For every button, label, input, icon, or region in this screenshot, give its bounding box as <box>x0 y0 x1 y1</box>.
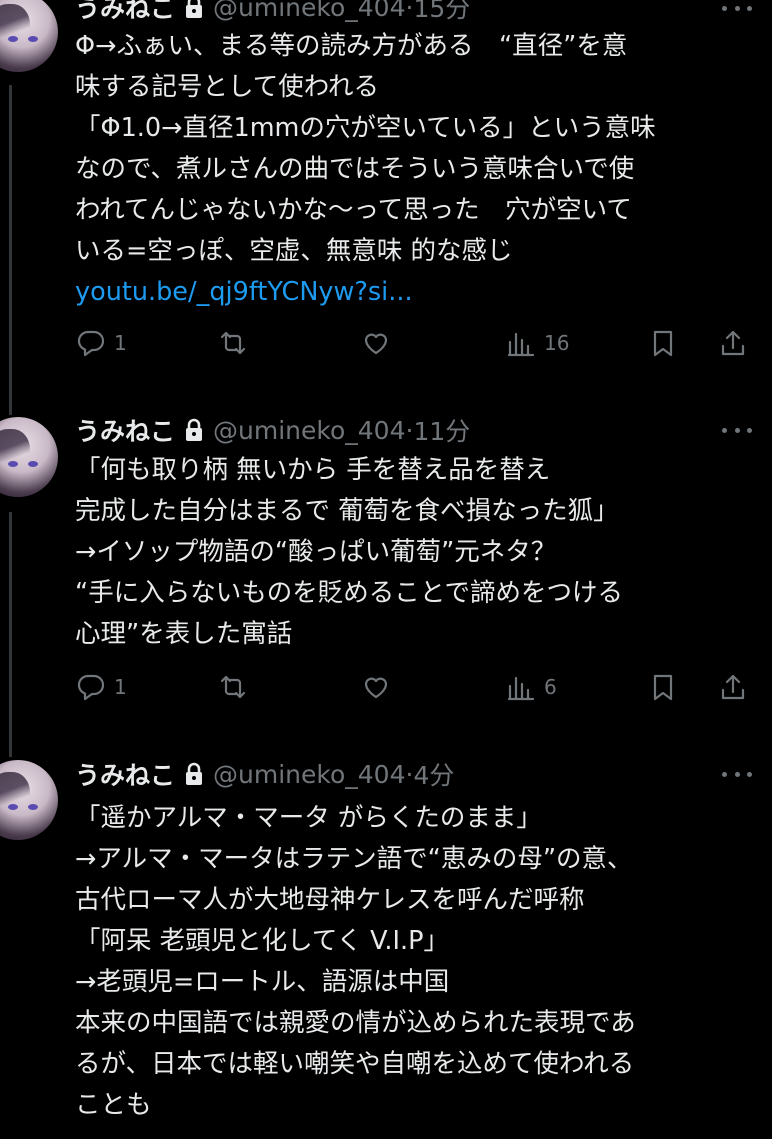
heart-icon <box>364 677 388 699</box>
user-handle[interactable]: @umineko_404 <box>213 0 405 22</box>
tweet-text: 「遥かアルマ・マータ がらくたのまま」 →アルマ・マータはラテン語で“恵みの母”… <box>75 798 755 1126</box>
user-handle[interactable]: @umineko_404 <box>213 760 405 789</box>
tweet-line: →アルマ・マータはラテン語で“恵みの母”の意、 <box>75 844 633 874</box>
views-count: 6 <box>544 675 557 699</box>
tweet-line: 心理”を表した寓話 <box>75 619 293 649</box>
more-icon[interactable] <box>722 420 752 440</box>
separator: · <box>405 0 414 22</box>
more-icon[interactable] <box>722 764 752 784</box>
timestamp[interactable]: 4分 <box>413 756 454 792</box>
tweet-header: うみねこ @umineko_404 · 15分 <box>75 0 470 24</box>
tweet-line: ことも <box>75 1090 152 1120</box>
action-bar: 1 6 <box>0 672 772 712</box>
separator: · <box>405 415 414 445</box>
tweet-line: 「何も取り柄 無いから 手を替え品を替え <box>75 455 551 485</box>
avatar[interactable] <box>0 0 58 72</box>
avatar-eye <box>8 804 18 810</box>
share-icon <box>721 330 745 356</box>
avatar[interactable] <box>0 760 58 840</box>
avatar-eye <box>8 461 18 467</box>
tweet-line: Φ→ふぁい、まる等の読み方がある “直径”を意 <box>75 31 628 61</box>
reply-button[interactable]: 1 <box>76 672 127 702</box>
tweet-line: いる=空っぽ、空虚、無意味 的な感じ <box>75 236 513 266</box>
avatar-eye <box>28 804 38 810</box>
display-name[interactable]: うみねこ <box>75 756 175 792</box>
bookmark-icon <box>653 330 673 357</box>
retweet-button[interactable] <box>218 672 248 702</box>
separator: · <box>405 759 414 789</box>
tweet-line: なので、煮ルさんの曲ではそういう意味合いで使 <box>75 154 635 184</box>
avatar-eye <box>28 36 38 42</box>
heart-icon <box>364 333 388 355</box>
like-button[interactable] <box>361 328 391 358</box>
display-name[interactable]: うみねこ <box>75 0 175 25</box>
lock-icon <box>183 418 205 442</box>
share-button[interactable] <box>718 672 748 702</box>
tweet-line: “手に入らないものを貶めることで諦めをつける <box>75 578 623 608</box>
bookmark-button[interactable] <box>648 672 678 702</box>
timestamp[interactable]: 15分 <box>413 0 470 25</box>
lock-icon <box>183 762 205 786</box>
user-handle[interactable]: @umineko_404 <box>213 416 405 445</box>
views-button[interactable]: 6 <box>506 672 557 702</box>
more-icon[interactable] <box>722 0 752 18</box>
tweet-line: るが、日本では軽い嘲笑や自嘲を込めて使われる <box>75 1049 635 1079</box>
thread-connector-line <box>9 512 12 757</box>
reply-button[interactable]: 1 <box>76 328 127 358</box>
tweet-text: Φ→ふぁい、まる等の読み方がある “直径”を意 味する記号として使われる 「Φ1… <box>75 26 755 313</box>
views-icon <box>507 332 535 357</box>
tweet-line: 「遥かアルマ・マータ がらくたのまま」 <box>75 803 542 833</box>
share-icon <box>721 674 745 700</box>
tweet-line: →イソップ物語の“酸っぱい葡萄”元ネタ？ <box>75 537 557 567</box>
tweet-line: 「Φ1.0→直径1mmの穴が空いている」という意味 <box>75 113 656 143</box>
tweet-line: 味する記号として使われる <box>75 72 379 102</box>
share-button[interactable] <box>718 328 748 358</box>
tweet-text: 「何も取り柄 無いから 手を替え品を替え 完成した自分はまるで 葡萄を食べ損なっ… <box>75 450 755 655</box>
tweet-line: 「阿呆 老頭児と化してく V.I.P」 <box>75 926 449 956</box>
tweet-line: われてんじゃないかな〜って思った 穴が空いて <box>75 195 632 225</box>
reply-count: 1 <box>114 675 127 699</box>
action-bar: 1 16 <box>0 328 772 368</box>
reply-icon <box>77 330 105 357</box>
avatar-eye <box>8 36 18 42</box>
views-button[interactable]: 16 <box>506 328 569 358</box>
reply-icon <box>77 674 105 701</box>
avatar[interactable] <box>0 417 58 497</box>
tweet-header: うみねこ @umineko_404 · 11分 <box>75 413 470 447</box>
lock-icon <box>183 0 205 19</box>
retweet-button[interactable] <box>218 328 248 358</box>
tweet-line: 完成した自分はまるで 葡萄を食べ損なった狐」 <box>75 496 619 526</box>
like-button[interactable] <box>361 672 391 702</box>
views-icon <box>507 676 535 701</box>
views-count: 16 <box>544 331 570 355</box>
bookmark-button[interactable] <box>648 328 678 358</box>
tweet-line: 古代ローマ人が大地母神ケレスを呼んだ呼称 <box>75 885 585 915</box>
tweet-link[interactable]: youtu.be/_qj9ftYCNyw?si... <box>75 272 755 313</box>
retweet-icon <box>220 331 246 355</box>
tweet-header: うみねこ @umineko_404 · 4分 <box>75 757 454 791</box>
reply-count: 1 <box>114 331 127 355</box>
tweet-line: 本来の中国語では親愛の情が込められた表現であ <box>75 1008 636 1038</box>
timestamp[interactable]: 11分 <box>413 412 470 448</box>
avatar-eye <box>28 461 38 467</box>
tweet-line: →老頭児=ロートル、語源は中国 <box>75 967 450 997</box>
retweet-icon <box>220 675 246 699</box>
bookmark-icon <box>653 674 673 701</box>
display-name[interactable]: うみねこ <box>75 412 175 448</box>
